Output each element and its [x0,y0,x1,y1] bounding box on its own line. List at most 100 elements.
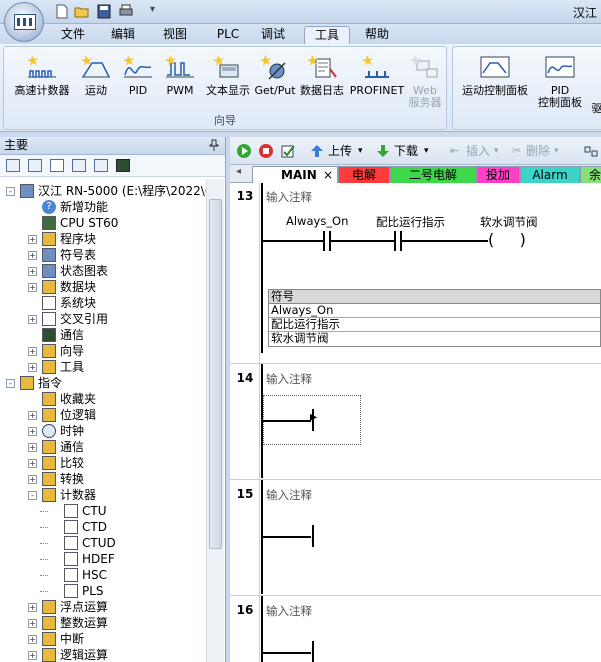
expand-icon[interactable]: + [28,427,37,436]
tree-item[interactable]: CTU [0,503,206,519]
customize-toolbar-icon[interactable]: ▾ [150,4,166,19]
profinet-button[interactable]: PROFINET [348,51,406,97]
tree-item[interactable]: - 汉江 RN-5000 (E:\程序\2022\6)\ [0,183,206,199]
high-speed-counter-button[interactable]: 高速计数器 [6,51,78,97]
web-server-button[interactable]: Web 服务器 [404,51,446,109]
tree-item[interactable]: + 工具 [0,359,206,375]
network-icon[interactable] [584,142,598,160]
delete-dropdown-icon[interactable]: ▾ [554,142,559,160]
drive-button[interactable]: 驱 [587,103,601,115]
tab-scroll-left-icon[interactable]: ◂ [236,166,241,177]
expand-icon[interactable]: + [28,347,37,356]
tree-item[interactable]: + 转换 [0,471,206,487]
tree-item[interactable]: + 时钟 [0,423,206,439]
stop-icon[interactable] [258,142,274,160]
download-button[interactable]: 下载 [394,142,418,160]
close-tab-icon[interactable]: × [323,167,333,183]
expand-icon[interactable]: + [28,363,37,372]
tree-item[interactable]: + 中断 [0,631,206,647]
tree-item[interactable]: + 逻辑运算 [0,647,206,662]
expand-icon[interactable]: + [28,475,37,484]
tree-item[interactable]: + 交叉引用 [0,311,206,327]
network-comment[interactable]: 输入注释 [266,189,312,205]
collapse-icon[interactable]: - [6,379,15,388]
expand-icon[interactable]: + [28,619,37,628]
tree-item[interactable]: CTUD [0,535,206,551]
tab-alarm[interactable]: Alarm [520,166,580,183]
tree-item[interactable]: + 状态图表 [0,263,206,279]
block-icon[interactable] [94,159,108,172]
expand-icon[interactable]: + [28,635,37,644]
motion-control-panel-button[interactable]: 运动控制面板 [457,51,533,97]
tree-item[interactable]: + 浮点运算 [0,599,206,615]
tree-item[interactable]: + 向导 [0,343,206,359]
tree-item[interactable]: CPU ST60 [0,215,206,231]
collapse-icon[interactable]: - [28,491,37,500]
list-icon[interactable] [72,159,86,172]
tab-plc[interactable]: PLC [208,26,248,44]
pin-icon[interactable] [209,139,219,151]
tree-item[interactable]: + 整数运算 [0,615,206,631]
tab-dosing[interactable]: 投加 [476,166,520,183]
application-menu-button[interactable] [4,2,44,42]
tree-item[interactable]: + 程序块 [0,231,206,247]
table-icon[interactable] [28,159,42,172]
tree-item[interactable]: + 数据块 [0,279,206,295]
tab-tools[interactable]: 工具 [304,26,350,44]
upload-dropdown-icon[interactable]: ▾ [358,142,363,160]
expand-icon[interactable]: + [28,315,37,324]
tree-item[interactable]: + 符号表 [0,247,206,263]
get-put-button[interactable]: Get/Put [254,51,296,97]
tree-item[interactable]: CTD [0,519,206,535]
expand-icon[interactable]: + [28,235,37,244]
tree-item[interactable]: 收藏夹 [0,391,206,407]
expand-icon[interactable]: + [28,411,37,420]
compile-icon[interactable] [280,142,296,160]
tree-item[interactable]: HSC [0,567,206,583]
expand-icon[interactable]: + [28,267,37,276]
tree-item[interactable]: + 位逻辑 [0,407,206,423]
expand-icon[interactable]: + [28,603,37,612]
tree-scrollbar[interactable] [206,179,224,662]
view-icon[interactable] [6,159,20,172]
tree-item[interactable]: PLS [0,583,206,599]
insert-button[interactable]: 插入 [466,142,490,160]
network-comment[interactable]: 输入注释 [266,487,312,503]
pwm-button[interactable]: PWM [158,51,202,97]
collapse-icon[interactable]: - [6,187,15,196]
expand-icon[interactable]: + [28,443,37,452]
tree-item[interactable]: + 通信 [0,439,206,455]
data-log-button[interactable]: 数据日志 [296,51,348,97]
tree-item[interactable]: - 计数器 [0,487,206,503]
tree-item[interactable]: - 指令 [0,375,206,391]
coil-symbol[interactable]: ( ) [488,231,526,249]
download-dropdown-icon[interactable]: ▾ [424,142,429,160]
new-file-icon[interactable] [54,4,70,19]
run-icon[interactable] [236,142,252,160]
motion-button[interactable]: 运动 [74,51,118,97]
tab-help[interactable]: 帮助 [360,26,394,44]
tab-file[interactable]: 文件 [56,26,90,44]
insert-dropdown-icon[interactable]: ▾ [494,142,499,160]
save-icon[interactable] [96,4,112,19]
tree-item[interactable]: 通信 [0,327,206,343]
tree-item[interactable]: ? 新增功能 [0,199,206,215]
tree-item[interactable]: 系统块 [0,295,206,311]
text-display-button[interactable]: 文本显示 [202,51,254,97]
tab-debug[interactable]: 调试 [256,26,290,44]
network-comment[interactable]: 输入注释 [266,371,312,387]
expand-icon[interactable]: + [28,283,37,292]
monitor-icon[interactable] [116,159,130,172]
tree-item[interactable]: + 比较 [0,455,206,471]
scrollbar-thumb[interactable] [209,199,222,549]
contact-left[interactable] [394,231,396,251]
tab-electrolysis[interactable]: 电解 [338,166,390,183]
tab-view[interactable]: 视图 [158,26,192,44]
tab-more[interactable]: 余 [580,166,601,183]
expand-icon[interactable]: + [28,651,37,660]
pid-control-panel-button[interactable]: PID 控制面板 [533,51,587,109]
open-folder-icon[interactable] [74,4,90,19]
document-icon[interactable] [50,159,64,172]
tab-main[interactable]: MAIN × [252,166,338,183]
delete-button[interactable]: 删除 [526,142,550,160]
